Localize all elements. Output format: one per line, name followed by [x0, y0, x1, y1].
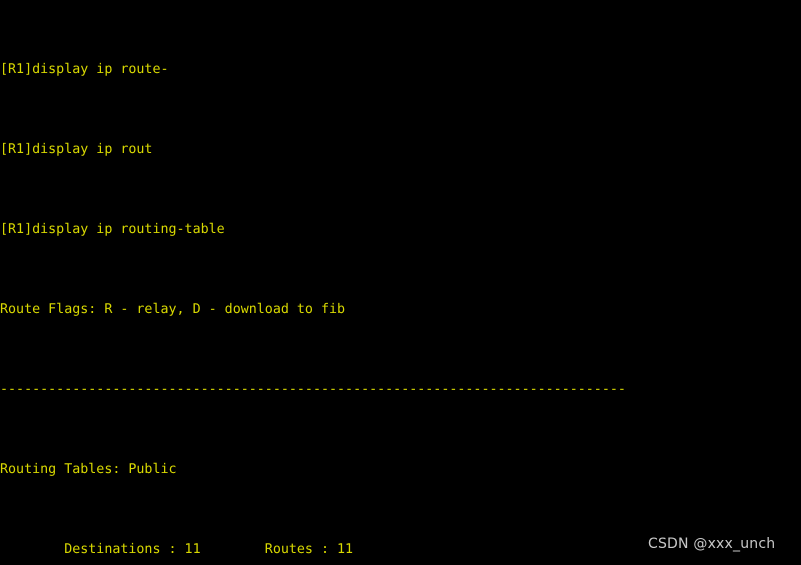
terminal-screen[interactable]: [R1]display ip route- [R1]display ip rou… — [0, 0, 801, 565]
routing-tables-scope: Routing Tables: Public — [0, 462, 177, 477]
command-line-2: [R1]display ip rout — [0, 142, 153, 157]
separator-rule: ----------------------------------------… — [0, 382, 626, 397]
route-flags-legend: Route Flags: R - relay, D - download to … — [0, 302, 346, 317]
command-line-3: [R1]display ip routing-table — [0, 222, 225, 237]
routing-summary-line: Destinations : 11 Routes : 11 — [0, 542, 354, 557]
command-line-1: [R1]display ip route- — [0, 62, 169, 77]
terminal-window[interactable]: [R1]display ip route- [R1]display ip rou… — [0, 0, 801, 565]
